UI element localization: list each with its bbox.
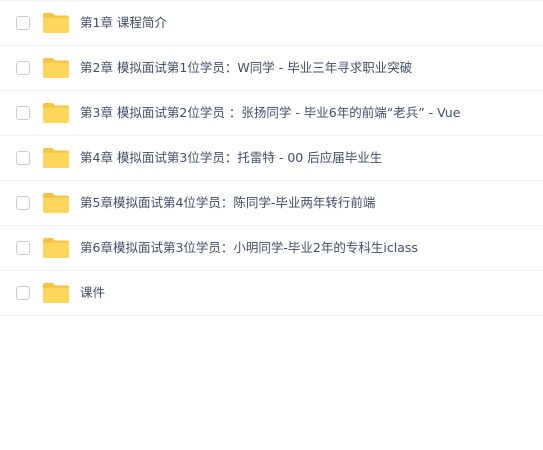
file-list: 第1章 课程简介 第2章 模拟面试第1位学员：W同学 - 毕业三年寻求职业突破 … [0, 0, 543, 316]
select-checkbox[interactable] [16, 241, 30, 255]
file-row-courseware[interactable]: 课件 [0, 271, 543, 316]
file-name[interactable]: 第1章 课程简介 [80, 15, 167, 31]
file-row-chapter-1[interactable]: 第1章 课程简介 [0, 1, 543, 46]
select-checkbox[interactable] [16, 196, 30, 210]
select-checkbox[interactable] [16, 16, 30, 30]
select-checkbox[interactable] [16, 61, 30, 75]
folder-icon [43, 13, 69, 33]
select-checkbox[interactable] [16, 286, 30, 300]
file-row-chapter-3[interactable]: 第3章 模拟面试第2位学员 ：张扬同学 - 毕业6年的前端“老兵” - Vue [0, 91, 543, 136]
file-row-chapter-5[interactable]: 第5章模拟面试第4位学员：陈同学-毕业两年转行前端 [0, 181, 543, 226]
file-row-chapter-4[interactable]: 第4章 模拟面试第3位学员：托雷特 - 00 后应届毕业生 [0, 136, 543, 181]
file-name[interactable]: 第2章 模拟面试第1位学员：W同学 - 毕业三年寻求职业突破 [80, 60, 412, 76]
folder-icon [43, 193, 69, 213]
folder-icon [43, 283, 69, 303]
file-name[interactable]: 课件 [80, 285, 105, 301]
file-name[interactable]: 第5章模拟面试第4位学员：陈同学-毕业两年转行前端 [80, 195, 375, 211]
select-checkbox[interactable] [16, 106, 30, 120]
select-checkbox[interactable] [16, 151, 30, 165]
file-name[interactable]: 第4章 模拟面试第3位学员：托雷特 - 00 后应届毕业生 [80, 150, 382, 166]
file-name[interactable]: 第3章 模拟面试第2位学员 ：张扬同学 - 毕业6年的前端“老兵” - Vue [80, 105, 461, 121]
file-name[interactable]: 第6章模拟面试第3位学员：小明同学-毕业2年的专科生iclass [80, 240, 418, 256]
folder-icon [43, 58, 69, 78]
file-row-chapter-2[interactable]: 第2章 模拟面试第1位学员：W同学 - 毕业三年寻求职业突破 [0, 46, 543, 91]
folder-icon [43, 238, 69, 258]
folder-icon [43, 103, 69, 123]
folder-icon [43, 148, 69, 168]
file-row-chapter-6[interactable]: 第6章模拟面试第3位学员：小明同学-毕业2年的专科生iclass [0, 226, 543, 271]
